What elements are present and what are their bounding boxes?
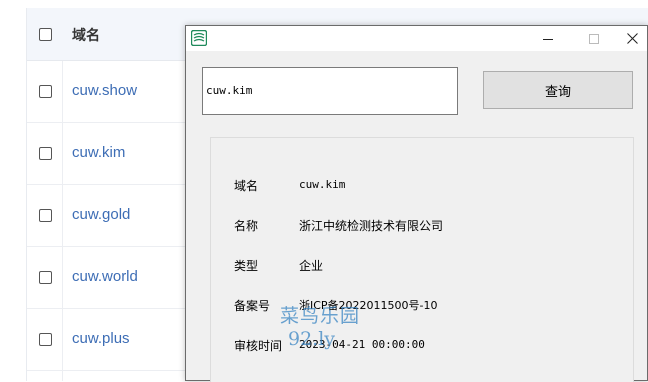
row-checkbox[interactable]	[39, 209, 52, 222]
domain-link[interactable]: cuw.kim	[72, 144, 125, 161]
field-value-domain: cuw.kim	[299, 178, 346, 191]
field-label-review-time: 审核时间	[234, 339, 283, 353]
domain-link[interactable]: cuw.gold	[72, 206, 130, 223]
minimize-icon	[543, 38, 553, 40]
maximize-button[interactable]	[571, 26, 617, 51]
row-checkbox[interactable]	[39, 147, 52, 160]
domain-link[interactable]: cuw.show	[72, 82, 137, 99]
field-label-type: 类型	[234, 259, 259, 273]
close-icon	[627, 33, 638, 44]
domain-query-input[interactable]: cuw.kim	[202, 67, 458, 115]
title-bar[interactable]	[186, 26, 647, 51]
result-panel: 域名 cuw.kim 名称 浙江中统检测技术有限公司 类型 企业 备案号 浙IC…	[210, 137, 634, 382]
domain-link[interactable]: cuw.plus	[72, 330, 130, 347]
field-value-name: 浙江中统检测技术有限公司	[299, 219, 444, 233]
domain-link[interactable]: cuw.world	[72, 268, 138, 285]
query-dialog-window: cuw.kim 查询 域名 cuw.kim 名称 浙江中统检测技术有限公司 类型…	[185, 25, 648, 382]
select-all-checkbox[interactable]	[39, 28, 52, 41]
maximize-icon	[589, 33, 599, 44]
app-logo-icon	[191, 30, 207, 46]
column-header-domain: 域名	[72, 28, 100, 44]
query-button[interactable]: 查询	[483, 71, 633, 109]
row-checkbox[interactable]	[39, 333, 52, 346]
field-label-icp: 备案号	[234, 299, 271, 313]
row-checkbox[interactable]	[39, 85, 52, 98]
field-label-name: 名称	[234, 219, 259, 233]
minimize-button[interactable]	[525, 26, 571, 51]
watermark: 菜鸟乐园 92.ly	[280, 305, 360, 351]
field-value-type: 企业	[299, 259, 324, 273]
watermark-line1: 菜鸟乐园	[280, 305, 361, 327]
row-checkbox[interactable]	[39, 271, 52, 284]
close-button[interactable]	[616, 26, 648, 51]
field-label-domain: 域名	[234, 179, 259, 193]
watermark-line2: 92.ly	[288, 328, 336, 350]
